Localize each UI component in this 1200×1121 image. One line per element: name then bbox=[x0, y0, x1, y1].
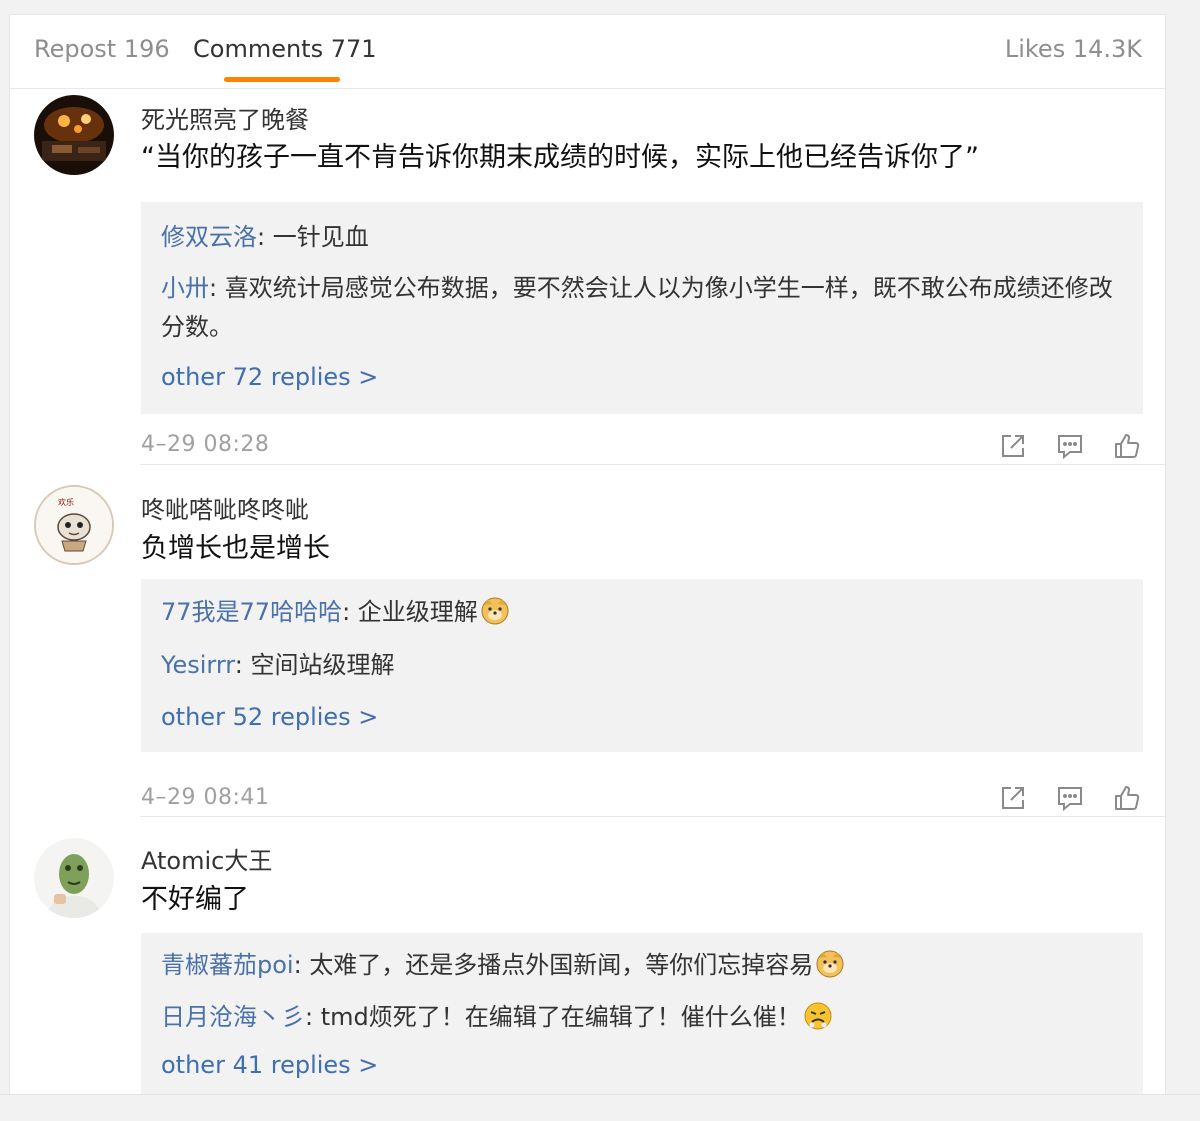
reply-username[interactable]: 修双云洛 bbox=[161, 223, 257, 251]
tab-bar: Repost 196 Comments 771 Likes 14.3K bbox=[10, 15, 1165, 89]
thumbs-up-icon[interactable] bbox=[1112, 431, 1142, 461]
comment-icon[interactable] bbox=[1055, 783, 1085, 813]
avatar[interactable] bbox=[34, 95, 114, 175]
reply-item: 修双云洛: 一针见血 bbox=[161, 218, 1113, 257]
reply-text: 一针见血 bbox=[272, 223, 369, 251]
reply-separator: : bbox=[209, 274, 225, 302]
reply-separator: : bbox=[257, 223, 273, 251]
share-icon[interactable] bbox=[998, 783, 1028, 813]
reply-separator: : bbox=[305, 1003, 321, 1031]
angry-emoji bbox=[803, 1001, 833, 1031]
avatar[interactable]: 欢乐 bbox=[34, 485, 114, 565]
svg-text:欢乐: 欢乐 bbox=[58, 497, 74, 507]
reply-box: 77我是77哈哈哈: 企业级理解 Yesirrr: 空间站级理解 other 5… bbox=[141, 579, 1143, 752]
bottom-strip bbox=[0, 1094, 1200, 1121]
doge-emoji bbox=[480, 596, 510, 626]
reply-text: 喜欢统计局感觉公布数据，要不然会让人以为像小学生一样，既不敢公布成绩还修改分数。 bbox=[161, 274, 1113, 341]
reply-text: 太难了，还是多播点外国新闻，等你们忘掉容易 bbox=[309, 951, 814, 979]
more-replies-link[interactable]: other 41 replies > bbox=[161, 1051, 378, 1079]
comment-text: “当你的孩子一直不肯告诉你期末成绩的时候，实际上他已经告诉你了” bbox=[141, 142, 979, 173]
doge-emoji bbox=[815, 949, 845, 979]
comment-item: 死光照亮了晚餐 “当你的孩子一直不肯告诉你期末成绩的时候，实际上他已经告诉你了”… bbox=[10, 89, 1165, 465]
comment-username[interactable]: Atomic大王 bbox=[141, 841, 272, 876]
tab-repost[interactable]: Repost 196 bbox=[34, 35, 170, 63]
comment-username[interactable]: 死光照亮了晚餐 bbox=[141, 100, 309, 135]
reply-separator: : bbox=[342, 598, 358, 626]
tab-likes[interactable]: Likes 14.3K bbox=[1005, 35, 1142, 63]
comment-timestamp: 4–29 08:28 bbox=[141, 432, 270, 457]
thumbs-up-icon[interactable] bbox=[1112, 783, 1142, 813]
active-tab-indicator bbox=[224, 77, 340, 82]
reply-item: 日月沧海丶彡: tmd烦死了！在编辑了在编辑了！催什么催！ bbox=[161, 998, 1113, 1037]
comment-icon[interactable] bbox=[1055, 431, 1085, 461]
avatar[interactable] bbox=[34, 838, 114, 918]
share-icon[interactable] bbox=[998, 431, 1028, 461]
comment-username[interactable]: 咚呲嗒呲咚咚呲 bbox=[141, 490, 309, 525]
reply-box: 修双云洛: 一针见血 小卅: 喜欢统计局感觉公布数据，要不然会让人以为像小学生一… bbox=[141, 202, 1143, 414]
reply-username[interactable]: 小卅 bbox=[161, 274, 209, 302]
comment-item: Atomic大王 不好编了 青椒蕃茄poi: 太难了，还是多播点外国新闻，等你们… bbox=[10, 817, 1165, 1094]
reply-item: 小卅: 喜欢统计局感觉公布数据，要不然会让人以为像小学生一样，既不敢公布成绩还修… bbox=[161, 269, 1113, 347]
reply-separator: : bbox=[293, 951, 310, 979]
reply-separator: : bbox=[234, 651, 251, 679]
reply-item: Yesirrr: 空间站级理解 bbox=[161, 646, 1113, 685]
reply-box: 青椒蕃茄poi: 太难了，还是多播点外国新闻，等你们忘掉容易 日月沧海丶彡: t… bbox=[141, 933, 1143, 1094]
reply-username[interactable]: 日月沧海丶彡 bbox=[161, 1003, 305, 1031]
reply-text: 空间站级理解 bbox=[250, 651, 395, 679]
top-strip bbox=[0, 0, 1200, 14]
comments-card: Repost 196 Comments 771 Likes 14.3K 死光照亮… bbox=[9, 14, 1166, 1094]
comment-timestamp: 4–29 08:41 bbox=[141, 785, 270, 810]
tab-comments[interactable]: Comments 771 bbox=[193, 35, 377, 63]
reply-username[interactable]: 77我是77哈哈哈 bbox=[161, 598, 342, 626]
reply-username[interactable]: Yesirrr bbox=[161, 651, 235, 679]
comment-text: 负增长也是增长 bbox=[141, 533, 330, 564]
more-replies-link[interactable]: other 72 replies > bbox=[161, 363, 378, 391]
reply-text: tmd烦死了！在编辑了在编辑了！催什么催！ bbox=[320, 1003, 801, 1031]
reply-username[interactable]: 青椒蕃茄poi bbox=[161, 951, 294, 979]
reply-text: 企业级理解 bbox=[357, 598, 478, 626]
reply-item: 青椒蕃茄poi: 太难了，还是多播点外国新闻，等你们忘掉容易 bbox=[161, 946, 1113, 985]
more-replies-link[interactable]: other 52 replies > bbox=[161, 703, 378, 731]
reply-item: 77我是77哈哈哈: 企业级理解 bbox=[161, 593, 1113, 632]
comment-text: 不好编了 bbox=[141, 884, 249, 915]
comment-item: 欢乐 咚呲嗒呲咚咚呲 负增长也是增长 77我是77哈哈哈: 企业级理解 Yesi… bbox=[10, 465, 1165, 817]
